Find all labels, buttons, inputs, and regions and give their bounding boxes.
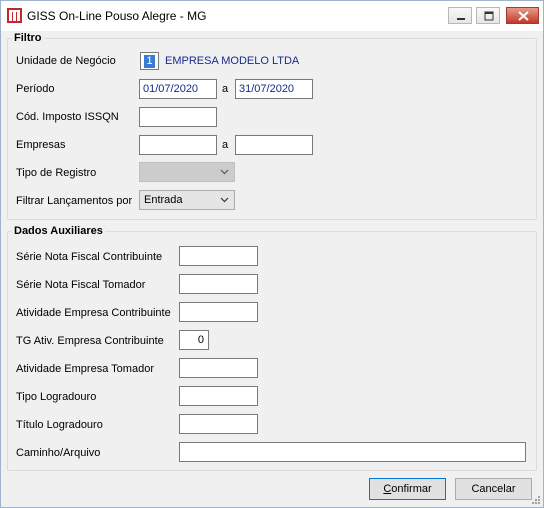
dados-auxiliares-legend: Dados Auxiliares [14,225,103,237]
titulo-logradouro-label: Título Logradouro [16,419,103,431]
tg-ativ-input[interactable]: 0 [179,330,209,350]
giss-logo-icon [7,8,22,23]
serie-contribuinte-label: Série Nota Fiscal Contribuinte [16,251,163,263]
titulo-logradouro-input[interactable] [179,414,258,434]
close-icon [518,11,529,21]
empresas-to-input[interactable] [235,135,313,155]
periodo-from-input[interactable]: 01/07/2020 [139,79,217,99]
unidade-name: EMPRESA MODELO LTDA [165,55,300,67]
empresas-separator: a [222,139,229,151]
atividade-contribuinte-label: Atividade Empresa Contribuinte [16,307,171,319]
filtrar-label: Filtrar Lançamentos por [16,195,133,207]
atividade-tomador-label: Atividade Empresa Tomador [16,363,154,375]
empresas-from-input[interactable] [139,135,217,155]
serie-contribuinte-input[interactable] [179,246,258,266]
confirmar-label: onfirmar [391,483,432,495]
filtrar-select[interactable]: Entrada [139,190,235,210]
periodo-label: Período [16,83,55,95]
atividade-contribuinte-input[interactable] [179,302,258,322]
unidade-code-input[interactable]: 1 [140,52,159,70]
confirmar-button[interactable]: Confirmar [369,478,446,500]
minimize-button[interactable] [448,7,472,24]
unidade-label: Unidade de Negócio [16,55,116,67]
tipo-registro-label: Tipo de Registro [16,167,97,179]
caminho-label: Caminho/Arquivo [16,447,101,459]
tg-ativ-label: TG Ativ. Empresa Contribuinte [16,335,164,347]
dialog-window: GISS On-Line Pouso Alegre - MG Filtro Un… [0,0,544,508]
caminho-input[interactable] [179,442,526,462]
close-button[interactable] [506,7,539,24]
atividade-tomador-input[interactable] [179,358,258,378]
filtro-legend: Filtro [14,32,42,44]
periodo-separator: a [222,83,229,95]
window-title: GISS On-Line Pouso Alegre - MG [27,9,207,23]
cancelar-button[interactable]: Cancelar [455,478,532,500]
minimize-icon [457,18,465,20]
cod-imposto-label: Cód. Imposto ISSQN [16,111,119,123]
tipo-logradouro-input[interactable] [179,386,258,406]
tipo-logradouro-label: Tipo Logradouro [16,391,97,403]
periodo-to-input[interactable]: 31/07/2020 [235,79,313,99]
cancelar-label: Cancelar [471,483,516,495]
chevron-down-icon [220,197,229,203]
cod-imposto-input[interactable] [139,107,217,127]
empresas-label: Empresas [16,139,66,151]
resize-grip-icon[interactable] [531,495,541,505]
filtrar-value: Entrada [144,194,183,206]
title-bar[interactable]: GISS On-Line Pouso Alegre - MG [1,1,543,31]
serie-tomador-label: Série Nota Fiscal Tomador [16,279,146,291]
chevron-down-icon [220,169,229,175]
serie-tomador-input[interactable] [179,274,258,294]
tipo-registro-select[interactable] [139,162,235,182]
maximize-icon [484,11,494,21]
maximize-button[interactable] [476,7,500,24]
